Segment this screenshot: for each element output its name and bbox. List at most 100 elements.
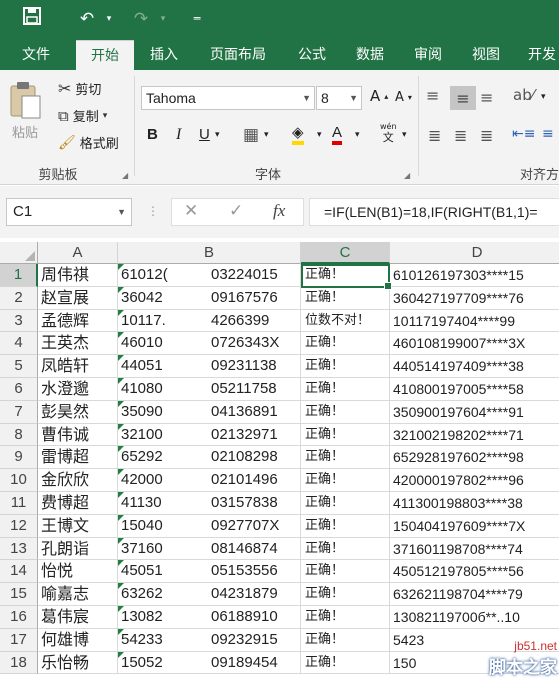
tab-home[interactable]: 开始 — [76, 40, 134, 70]
cell-name[interactable]: 赵宣展 — [38, 286, 118, 310]
format-painter-button[interactable]: 🖌 格式刷 — [58, 133, 119, 153]
chevron-down-icon[interactable]: ▾ — [541, 92, 546, 102]
row-header[interactable]: 14 — [0, 560, 38, 584]
cell-check-result[interactable]: 正确！ — [301, 332, 390, 356]
tab-insert[interactable]: 插入 — [138, 40, 190, 70]
column-header-b[interactable]: B — [118, 242, 301, 264]
cell-id-visible-start[interactable]: 54233 — [118, 628, 169, 652]
increase-font-icon[interactable]: A ▴ — [370, 87, 388, 105]
cell-check-result[interactable]: 正确！ — [301, 378, 390, 401]
copy-button[interactable]: ⧉ 复制 ▾ — [58, 106, 107, 126]
cell-check-result[interactable]: 正确！ — [301, 400, 390, 424]
cell-name[interactable]: 费博超 — [38, 492, 118, 515]
row-header[interactable]: 8 — [0, 423, 38, 447]
align-right-icon[interactable]: ≣ — [480, 126, 493, 145]
cell-name[interactable]: 何雄博 — [38, 628, 118, 652]
row-header[interactable]: 4 — [0, 332, 38, 356]
cell-check-result[interactable]: 位数不对！ — [301, 309, 390, 333]
chevron-down-icon[interactable]: ▾ — [264, 130, 269, 140]
align-center-icon[interactable]: ≣ — [454, 126, 467, 145]
row-header[interactable]: 12 — [0, 514, 38, 538]
cell-id-visible-end[interactable]: 03224015 — [169, 264, 301, 287]
tab-developer[interactable]: 开发 — [518, 40, 559, 70]
row-header[interactable]: 18 — [0, 651, 38, 675]
row-header[interactable]: 17 — [0, 628, 38, 652]
insert-function-icon[interactable]: fx — [273, 201, 285, 221]
row-header[interactable]: 11 — [0, 492, 38, 515]
fill-color-icon[interactable]: ◈ — [292, 124, 304, 145]
cell-name[interactable]: 喻嘉志 — [38, 583, 118, 606]
row-header[interactable]: 16 — [0, 606, 38, 629]
align-left-icon[interactable]: ≣ — [428, 126, 441, 145]
cell-masked-id[interactable]: 321002198202****71 — [390, 424, 559, 447]
row-header[interactable]: 10 — [0, 469, 38, 492]
font-color-icon[interactable]: A — [332, 124, 343, 145]
increase-indent-icon[interactable]: ≡ — [542, 126, 554, 142]
name-box[interactable]: C1 ▼ — [6, 198, 132, 226]
cell-name[interactable]: 凤皓轩 — [38, 355, 118, 378]
clipboard-launcher-icon[interactable]: ◢ — [122, 171, 128, 180]
cell-id-visible-start[interactable]: 45051 — [118, 560, 169, 584]
cell-check-result[interactable]: 正确！ — [301, 628, 390, 652]
tab-page-layout[interactable]: 页面布局 — [196, 40, 280, 70]
cancel-icon[interactable]: ✕ — [184, 201, 198, 221]
cell-masked-id[interactable]: 440514197409****38 — [390, 355, 559, 378]
cell-id-visible-end[interactable]: 09231138 — [169, 355, 301, 378]
cell-id-visible-start[interactable]: 35090 — [118, 400, 169, 424]
cell-name[interactable]: 乐怡畅 — [38, 651, 118, 675]
cell-check-result[interactable]: 正确！ — [301, 492, 390, 515]
font-launcher-icon[interactable]: ◢ — [404, 171, 410, 180]
orientation-icon[interactable]: ab⁄ — [513, 86, 534, 104]
cell-id-visible-end[interactable]: 08146874 — [169, 537, 301, 561]
decrease-indent-icon[interactable]: ⇤≡ — [512, 126, 535, 142]
cell-id-visible-end[interactable]: 09189454 — [169, 651, 301, 675]
paste-button[interactable]: 粘贴 — [8, 80, 42, 141]
column-header-c[interactable]: C — [301, 242, 390, 264]
cell-name[interactable]: 水澄邈 — [38, 378, 118, 401]
cell-name[interactable]: 孟德辉 — [38, 309, 118, 333]
cell-name[interactable]: 雷博超 — [38, 446, 118, 470]
row-header[interactable]: 1 — [0, 264, 38, 287]
cell-id-visible-end[interactable]: 05153556 — [169, 560, 301, 584]
cell-masked-id[interactable]: 360427197709****76 — [390, 287, 559, 310]
cell-id-visible-start[interactable]: 44051 — [118, 355, 169, 378]
cell-id-visible-start[interactable]: 41080 — [118, 378, 169, 401]
cell-check-result[interactable]: 正确！ — [301, 560, 390, 584]
cell-check-result[interactable]: 正确！ — [301, 583, 390, 606]
underline-button[interactable]: U — [199, 126, 210, 143]
cell-masked-id[interactable]: 460108199007****3X — [390, 332, 559, 356]
cell-name[interactable]: 怡悦 — [38, 560, 118, 584]
column-header-d[interactable]: D — [390, 242, 559, 264]
chevron-down-icon[interactable]: ▾ — [317, 130, 322, 140]
cell-id-visible-start[interactable]: 46010 — [118, 332, 169, 356]
enter-icon[interactable]: ✓ — [229, 201, 243, 221]
cell-name[interactable]: 曹伟诚 — [38, 423, 118, 447]
cell-check-result[interactable]: 正确！ — [301, 286, 390, 310]
column-header-a[interactable]: A — [38, 242, 118, 264]
cell-check-result[interactable]: 正确！ — [301, 651, 390, 675]
cell-name[interactable]: 彭昊然 — [38, 400, 118, 424]
cell-id-visible-end[interactable]: 02108298 — [169, 446, 301, 470]
chevron-down-icon[interactable]: ▾ — [215, 130, 220, 140]
cell-name[interactable]: 王博文 — [38, 514, 118, 538]
cell-masked-id[interactable]: 150404197609****7X — [390, 515, 559, 538]
cell-id-visible-end[interactable]: 03157838 — [169, 492, 301, 515]
cell-masked-id[interactable]: 420000197802****96 — [390, 469, 559, 492]
cell-check-result[interactable]: 正确！ — [301, 264, 390, 287]
cell-id-visible-end[interactable]: 0927707X — [169, 514, 301, 538]
chevron-down-icon[interactable]: ▾ — [402, 130, 407, 140]
cell-masked-id[interactable]: 411300198803****38 — [390, 492, 559, 515]
cell-id-visible-end[interactable]: 05211758 — [169, 378, 301, 401]
cell-name[interactable]: 王英杰 — [38, 332, 118, 356]
cell-id-visible-end[interactable]: 06188910 — [169, 606, 301, 629]
cut-button[interactable]: ✂ 剪切 — [58, 79, 101, 98]
cell-check-result[interactable]: 正确！ — [301, 446, 390, 470]
cell-check-result[interactable]: 正确！ — [301, 423, 390, 447]
cell-id-visible-end[interactable]: 0726343X — [169, 332, 301, 356]
row-header[interactable]: 15 — [0, 583, 38, 606]
bold-button[interactable]: B — [147, 126, 158, 143]
save-icon[interactable] — [19, 7, 45, 32]
cell-id-visible-end[interactable]: 09232915 — [169, 628, 301, 652]
redo-dropdown-icon[interactable]: ▾ — [150, 7, 176, 31]
row-header[interactable]: 6 — [0, 378, 38, 401]
